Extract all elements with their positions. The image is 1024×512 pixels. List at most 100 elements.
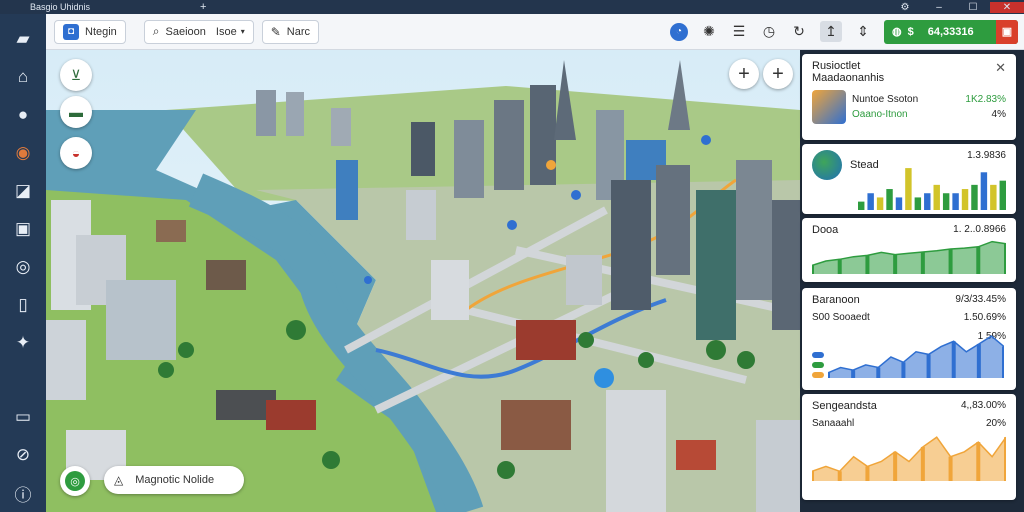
compass-icon[interactable]: ◎ xyxy=(8,253,38,282)
map-search-text: Magnotic Nolide xyxy=(135,474,215,486)
bar-mark xyxy=(905,168,912,210)
data-point xyxy=(893,254,898,274)
list-icon[interactable]: ☰ xyxy=(730,23,748,40)
terrain-map-button[interactable]: ▬ xyxy=(60,96,92,128)
app-logo-icon: ◘ xyxy=(63,23,79,40)
route-button[interactable]: ✎ Narc xyxy=(261,19,320,44)
star-icon[interactable]: ✦ xyxy=(8,329,38,358)
globe-icon xyxy=(812,150,842,180)
app-button[interactable]: ◘ Ntegin xyxy=(54,19,126,44)
data-point xyxy=(893,451,898,481)
summary-title-2: Maadaonanhis xyxy=(812,72,885,84)
wallet-icon: ◍ xyxy=(892,26,902,38)
chat-icon[interactable]: ▭ xyxy=(8,402,38,431)
record-icon[interactable]: ◉ xyxy=(8,139,38,168)
minimize-icon[interactable]: – xyxy=(922,2,956,13)
city-map[interactable]: ⊻ ▬ ◒ + + ◬ Magnotic Nolide ◎ xyxy=(46,50,800,512)
orange-card-label: Sengeandsta xyxy=(812,400,877,412)
navigation-icon[interactable]: ⊘ xyxy=(8,440,38,469)
panel-icon[interactable]: ▣ xyxy=(8,215,38,244)
orange-area-chart xyxy=(812,435,1006,481)
area-chart xyxy=(812,240,1006,274)
window-controls: ⚙ – ☐ ✕ xyxy=(888,1,1024,13)
bar-chart xyxy=(858,166,1006,210)
bar-mark xyxy=(858,201,865,210)
sort-icon[interactable]: ⇕ xyxy=(854,23,872,40)
apple-icon[interactable]: ● xyxy=(8,101,38,130)
data-point xyxy=(976,442,981,481)
data-point xyxy=(948,456,953,481)
share-icon[interactable]: ↥ xyxy=(820,21,842,42)
bar-mark xyxy=(980,172,988,210)
pen-icon: ✎ xyxy=(270,24,281,39)
data-point xyxy=(1004,243,1006,274)
route-label: Narc xyxy=(286,25,311,38)
filter-label: Isoe xyxy=(215,25,237,38)
globe-icon[interactable]: ✺ xyxy=(700,23,718,40)
add-marker-button[interactable]: + xyxy=(763,59,793,89)
data-point xyxy=(948,248,953,274)
locate-button[interactable]: ◎ xyxy=(60,466,90,496)
refresh-icon[interactable]: ↻ xyxy=(790,23,808,40)
clock-icon[interactable]: ◷ xyxy=(760,23,778,40)
toolbar-actions: ◔ ✺ ☰ ◷ ↻ ↥ ⇕ ◍ $ 64,33316 ▣ xyxy=(670,19,1018,44)
data-point xyxy=(920,251,925,274)
orange-chart-card: Sengeandsta 4,,83.00% Sanaaahl 20% xyxy=(802,394,1016,500)
bar-mark xyxy=(971,184,978,210)
bar-mark xyxy=(933,184,940,210)
area-card-value: 1. 2..0.8966 xyxy=(953,224,1006,235)
zoom-in-button[interactable]: + xyxy=(729,59,759,89)
info-icon[interactable]: ⓘ xyxy=(8,479,38,508)
locate-icon: ◎ xyxy=(65,471,85,491)
search-button[interactable]: ⌕ Saeioon Isoe ▾ xyxy=(143,19,254,44)
layers-map-button[interactable]: ⊻ xyxy=(60,59,92,91)
blue-card-row1-value: 1.50.69% xyxy=(963,312,1006,323)
settings-icon[interactable]: ⚙ xyxy=(888,2,922,13)
summary-row2-label: Oaano-Itnon xyxy=(852,109,908,120)
bell-icon: ◬ xyxy=(114,473,124,487)
bar-mark xyxy=(867,193,874,210)
summary-card: Rusioctlet Maadaonanhis ✕ Nuntoe Ssoton … xyxy=(802,54,1016,140)
close-icon[interactable]: ✕ xyxy=(995,60,1006,84)
currency-icon: $ xyxy=(907,25,914,38)
alert-map-button[interactable]: ◒ xyxy=(60,137,92,169)
data-point xyxy=(837,471,842,481)
summary-row2-value: 4% xyxy=(991,109,1006,120)
data-point xyxy=(920,446,925,481)
orange-card-value: 4,,83.00% xyxy=(960,400,1006,411)
os-title-bar: Basgio Uhidnis + ⚙ – ☐ ✕ xyxy=(0,0,1024,14)
summary-thumbnail xyxy=(812,90,846,124)
data-point xyxy=(976,246,981,274)
home-icon[interactable]: ⌂ xyxy=(8,63,38,92)
data-point xyxy=(1002,346,1004,378)
data-point xyxy=(901,362,906,378)
balance-widget[interactable]: ◍ $ 64,33316 ▣ xyxy=(884,19,1018,44)
data-point xyxy=(812,265,814,274)
layers-icon[interactable]: ▰ xyxy=(8,25,38,54)
orange-card-row1-label: Sanaaahl xyxy=(812,418,855,429)
data-point xyxy=(951,341,956,378)
toolbar: ◘ Ntegin ⌕ Saeioon Isoe ▾ ✎ Narc ◔ ✺ ☰ ◷… xyxy=(46,14,1024,50)
search-label: Saeioon xyxy=(165,25,206,38)
bag-icon[interactable]: ◪ xyxy=(8,177,38,206)
data-point xyxy=(865,255,870,274)
legend-dots xyxy=(812,352,824,378)
book-icon[interactable]: ▯ xyxy=(8,291,38,320)
maximize-icon[interactable]: ☐ xyxy=(956,2,990,13)
data-point xyxy=(828,372,830,378)
window-title: Basgio Uhidnis xyxy=(30,2,91,12)
blue-card-row1-label: S00 Sooaedt xyxy=(812,312,870,323)
data-point xyxy=(865,466,870,481)
balance-menu-button[interactable]: ▣ xyxy=(996,19,1018,44)
profile-icon[interactable]: ◔ xyxy=(670,22,688,41)
close-window-icon[interactable]: ✕ xyxy=(990,1,1024,13)
summary-row1-value: 1K2.83% xyxy=(965,94,1006,105)
bar-chart-card: Stead 1.3.9836 xyxy=(802,144,1016,214)
bar-mark xyxy=(886,189,893,210)
map-search-chip[interactable]: ◬ Magnotic Nolide xyxy=(104,466,244,494)
summary-row1-label: Nuntoe Ssoton xyxy=(852,94,919,105)
blue-chart-card: Baranoon 9/3/33.45% S00 Sooaedt 1.50.69%… xyxy=(802,288,1016,390)
data-point xyxy=(851,370,856,378)
bar-mark xyxy=(924,193,931,210)
new-tab-button[interactable]: + xyxy=(200,1,206,13)
